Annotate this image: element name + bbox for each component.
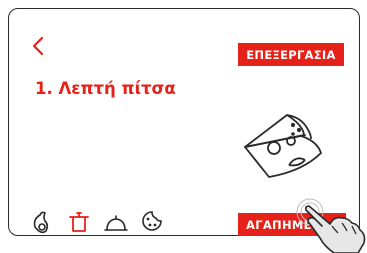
pizza-slice-icon	[244, 114, 322, 178]
back-chevron-icon[interactable]	[29, 35, 47, 57]
ingredients-icon[interactable]	[31, 209, 55, 235]
tap-hand-icon	[296, 198, 366, 253]
recipe-title: 1. Λεπτή πίτσα	[35, 79, 176, 98]
cookie-icon[interactable]	[140, 209, 164, 235]
pot-icon[interactable]	[67, 209, 91, 235]
edit-button[interactable]: ΕΠΕΞΕΡΓΑΣΙΑ	[238, 43, 344, 66]
serving-cloche-icon[interactable]	[104, 209, 128, 235]
